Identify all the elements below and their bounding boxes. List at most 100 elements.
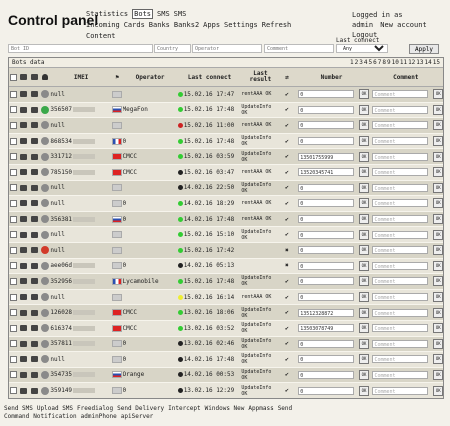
- number-ok-button[interactable]: OK: [359, 120, 369, 131]
- lock-icon[interactable]: [30, 138, 38, 145]
- number-ok-cell[interactable]: OK: [358, 351, 369, 368]
- footer-action-upload-sms[interactable]: Upload SMS: [37, 405, 73, 412]
- number-ok-cell[interactable]: OK: [358, 258, 369, 275]
- lock-icon[interactable]: [30, 340, 38, 347]
- table-row[interactable]: null 0 14.02.16 18:29 rentAAA OK ✔ 0 OK …: [9, 195, 443, 212]
- row-checkbox[interactable]: [10, 293, 18, 301]
- row-checkbox[interactable]: [10, 199, 18, 207]
- comment-ok-cell[interactable]: OK: [432, 336, 443, 353]
- comment-input[interactable]: Comment: [372, 308, 429, 317]
- number-ok-button[interactable]: OK: [359, 276, 369, 287]
- page-link[interactable]: 13: [416, 59, 423, 66]
- device-icon[interactable]: [20, 153, 28, 160]
- number-ok-cell[interactable]: OK: [358, 180, 369, 197]
- comment-cell[interactable]: Comment: [369, 398, 433, 399]
- footer-action-send-sms[interactable]: Send SMS: [4, 405, 33, 412]
- number-input[interactable]: 0: [298, 105, 355, 114]
- number-input[interactable]: 13503078749: [298, 324, 355, 333]
- comment-ok-cell[interactable]: OK: [432, 367, 443, 384]
- lock-icon[interactable]: [30, 91, 38, 98]
- comment-cell[interactable]: Comment: [368, 226, 433, 243]
- number-input[interactable]: 0: [298, 339, 355, 348]
- comment-ok-cell[interactable]: OK: [432, 102, 443, 119]
- lock-cell[interactable]: [29, 211, 40, 228]
- table-row[interactable]: 359149 0 13.02.16 12:29 UpdateInfo OK ✔ …: [9, 382, 443, 398]
- number-ok-cell[interactable]: OK: [358, 102, 369, 119]
- comment-cell[interactable]: Comment: [368, 86, 433, 103]
- number-ok-button[interactable]: OK: [359, 338, 369, 349]
- nav-banks2[interactable]: Banks2: [174, 21, 199, 29]
- footer-action-intercept[interactable]: Intercept: [168, 405, 201, 412]
- lock-icon[interactable]: [30, 122, 38, 129]
- row-select-cell[interactable]: [9, 195, 19, 212]
- lock-cell[interactable]: [29, 86, 40, 103]
- lock-icon[interactable]: [30, 231, 38, 238]
- number-input[interactable]: 0: [298, 230, 355, 239]
- comment-ok-button[interactable]: OK: [433, 151, 443, 162]
- number-ok-button[interactable]: OK: [359, 323, 369, 334]
- page-link[interactable]: 1: [350, 59, 354, 66]
- comment-cell[interactable]: Comment: [368, 211, 433, 228]
- row-select-cell[interactable]: [9, 273, 19, 290]
- avatar-icon[interactable]: [41, 246, 50, 255]
- apply-button[interactable]: Apply: [409, 44, 439, 54]
- comment-ok-cell[interactable]: OK: [432, 304, 443, 321]
- avatar-cell[interactable]: [39, 102, 51, 119]
- table-row[interactable]: null 0 14.02.16 17:48 UpdateInfo OK ✔ 0 …: [9, 351, 443, 368]
- comment-ok-cell[interactable]: OK: [432, 148, 443, 165]
- lock-cell[interactable]: [29, 367, 40, 384]
- row-checkbox[interactable]: [10, 309, 18, 317]
- table-row[interactable]: 331712 CMCC 15.02.16 03:59 UpdateInfo OK…: [9, 148, 443, 165]
- avatar-icon[interactable]: [41, 370, 50, 379]
- comment-ok-cell[interactable]: OK: [432, 133, 443, 150]
- number-ok-button[interactable]: OK: [359, 182, 369, 193]
- row-select-cell[interactable]: [9, 304, 19, 321]
- number-cell[interactable]: 0: [294, 226, 359, 243]
- row-checkbox[interactable]: [10, 387, 18, 395]
- select-all-header[interactable]: [9, 68, 19, 87]
- avatar-cell[interactable]: [39, 382, 51, 398]
- device-cell[interactable]: [18, 258, 30, 275]
- table-row[interactable]: null 15.02.16 11:00 rentAAA OK ✔ 0 OK Co…: [9, 117, 443, 134]
- number-cell[interactable]: 0: [294, 398, 358, 399]
- comment-cell[interactable]: Comment: [368, 180, 433, 197]
- lock-cell[interactable]: [29, 382, 40, 398]
- row-checkbox[interactable]: [10, 246, 18, 254]
- device-icon[interactable]: [20, 91, 28, 98]
- page-link[interactable]: 7: [378, 59, 382, 66]
- number-header[interactable]: Number: [294, 68, 369, 87]
- avatar-cell[interactable]: [39, 226, 51, 243]
- device-cell[interactable]: [18, 273, 30, 290]
- table-row[interactable]: null 0 15.02.16 12:37 ✖ 0 OK Comment OK: [9, 398, 443, 399]
- lock-icon[interactable]: [30, 387, 38, 394]
- number-ok-button[interactable]: OK: [359, 104, 369, 115]
- lock-cell[interactable]: [29, 273, 40, 290]
- avatar-cell[interactable]: [39, 86, 51, 103]
- table-row[interactable]: 356381 0 14.02.16 17:48 rentAAA OK ✔ 0 O…: [9, 211, 443, 228]
- device-cell[interactable]: [18, 164, 30, 181]
- comment-ok-button[interactable]: OK: [433, 245, 443, 256]
- comment-ok-cell[interactable]: OK: [432, 242, 443, 259]
- lock-icon[interactable]: [30, 247, 38, 254]
- avatar-icon[interactable]: [41, 183, 50, 192]
- row-select-cell[interactable]: [9, 367, 19, 384]
- comment-input[interactable]: Comment: [372, 105, 429, 114]
- lock-cell[interactable]: [29, 320, 40, 337]
- avatar-icon[interactable]: [41, 215, 50, 224]
- device-icon[interactable]: [20, 262, 28, 269]
- comment-ok-button[interactable]: OK: [433, 338, 443, 349]
- select-all-checkbox[interactable]: [10, 73, 18, 81]
- number-ok-cell[interactable]: OK: [358, 367, 369, 384]
- number-ok-button[interactable]: OK: [359, 229, 369, 240]
- avatar-cell[interactable]: [39, 273, 51, 290]
- number-input[interactable]: 0: [298, 121, 355, 130]
- number-ok-cell[interactable]: OK: [358, 211, 369, 228]
- device-cell[interactable]: [18, 304, 30, 321]
- comment-ok-cell[interactable]: OK: [432, 289, 443, 306]
- comment-ok-cell[interactable]: OK: [432, 86, 443, 103]
- page-link[interactable]: 11: [400, 59, 407, 66]
- row-checkbox[interactable]: [10, 168, 18, 176]
- table-row[interactable]: 352956 Lycamobile 15.02.16 17:48 UpdateI…: [9, 273, 443, 290]
- number-cell[interactable]: 0: [294, 117, 359, 134]
- number-ok-button[interactable]: OK: [359, 369, 369, 380]
